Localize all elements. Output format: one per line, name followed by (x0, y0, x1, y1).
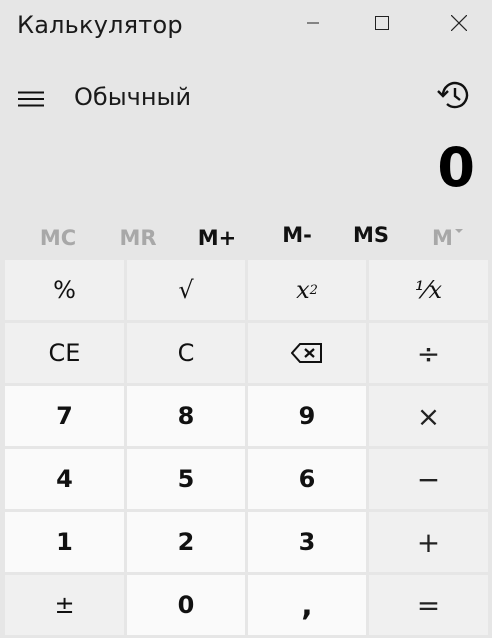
multiply-button[interactable]: × (369, 386, 488, 446)
digit-6-button[interactable]: 6 (248, 449, 366, 509)
digit-3-button[interactable]: 3 (248, 512, 366, 572)
memory-store-button[interactable]: MS (331, 217, 411, 253)
clear-entry-button[interactable]: CE (5, 323, 124, 383)
digit-7-button[interactable]: 7 (5, 386, 124, 446)
digit-4-button[interactable]: 4 (5, 449, 124, 509)
memory-add-button[interactable]: M+ (177, 220, 257, 256)
digit-5-button[interactable]: 5 (127, 449, 245, 509)
close-icon (451, 15, 467, 31)
digit-0-button[interactable]: 0 (127, 575, 245, 635)
divide-button[interactable]: ÷ (369, 323, 488, 383)
square-button[interactable]: x2 (248, 260, 366, 320)
reciprocal-button[interactable]: ¹⁄x (369, 260, 488, 320)
clear-button[interactable]: C (127, 323, 245, 383)
square-base: x (296, 276, 310, 304)
digit-1-button[interactable]: 1 (5, 512, 124, 572)
navigation-menu-button[interactable] (12, 82, 50, 116)
memory-recall-button[interactable]: MR (98, 220, 178, 256)
memory-list-button[interactable]: M (408, 220, 488, 256)
digit-9-button[interactable]: 9 (248, 386, 366, 446)
memory-row: MC MR M+ M- MS M (0, 214, 492, 260)
backspace-button[interactable] (248, 323, 366, 383)
app-title: Калькулятор (17, 11, 183, 39)
result-display: 0 (437, 136, 475, 199)
keypad: % √ x2 ¹⁄x CE C ÷ 7 8 9 × 4 5 6 − 1 2 3 … (5, 260, 489, 637)
history-icon (437, 81, 469, 109)
close-button[interactable] (436, 0, 482, 46)
chevron-down-icon (454, 229, 463, 233)
calculator-mode-title: Обычный (74, 83, 192, 111)
title-bar: Калькулятор (0, 0, 492, 52)
minimize-icon (307, 22, 319, 24)
maximize-icon (375, 16, 389, 30)
memory-clear-button[interactable]: MC (18, 220, 98, 256)
maximize-button[interactable] (359, 0, 405, 46)
memory-list-label: M (432, 226, 453, 250)
memory-subtract-button[interactable]: M- (257, 217, 337, 253)
negate-button[interactable]: ± (5, 575, 124, 635)
backspace-icon (291, 343, 322, 363)
minimize-button[interactable] (290, 0, 336, 46)
decimal-separator-button[interactable]: , (248, 575, 366, 635)
subtract-button[interactable]: − (369, 449, 488, 509)
history-button[interactable] (433, 76, 475, 114)
digit-8-button[interactable]: 8 (127, 386, 245, 446)
square-root-button[interactable]: √ (127, 260, 245, 320)
hamburger-menu-icon (18, 91, 44, 107)
square-exponent: 2 (309, 282, 318, 298)
add-button[interactable]: + (369, 512, 488, 572)
equals-button[interactable]: = (369, 575, 488, 635)
percent-button[interactable]: % (5, 260, 124, 320)
digit-2-button[interactable]: 2 (127, 512, 245, 572)
